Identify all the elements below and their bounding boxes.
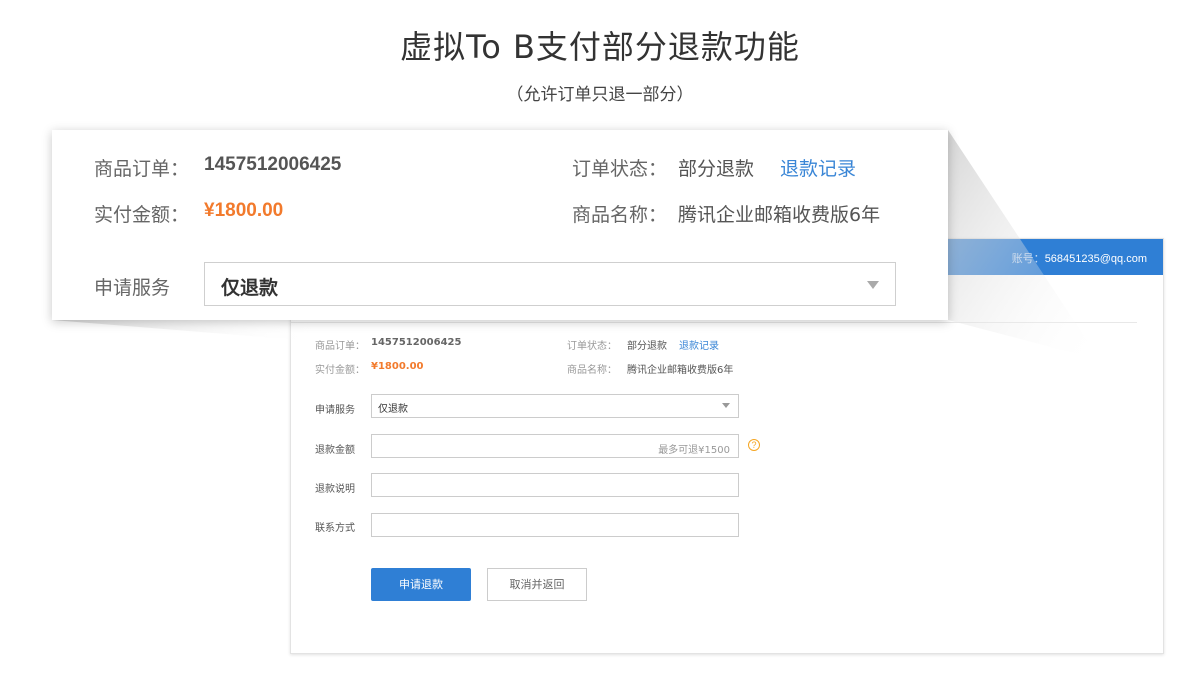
product-name: 腾讯企业邮箱收费版6年	[627, 365, 734, 376]
zoom-status-value: 部分退款	[678, 158, 755, 180]
paid-label: 实付金额：	[315, 365, 365, 376]
page-title: 虚拟To B支付部分退款功能	[400, 28, 800, 66]
zoom-service-select[interactable]: 仅退款	[204, 262, 896, 306]
contact-label: 联系方式	[315, 523, 355, 534]
amount-label: 退款金额	[315, 445, 355, 456]
cancel-return-button[interactable]: 取消并返回	[487, 568, 587, 601]
reason-label: 退款说明	[315, 484, 355, 495]
status-value: 部分退款	[627, 341, 667, 352]
chevron-down-icon	[867, 281, 879, 289]
zoom-order-label: 商品订单：	[94, 158, 190, 180]
refund-record-link[interactable]: 退款记录	[679, 337, 719, 352]
account-email[interactable]: 568451235@qq.com	[1045, 253, 1147, 265]
service-select-value: 仅退款	[378, 404, 408, 415]
service-label: 申请服务	[315, 405, 355, 416]
account-info: 账号：568451235@qq.com	[1012, 250, 1147, 266]
zoom-paid-label: 实付金额：	[94, 204, 190, 226]
account-label: 账号：	[1011, 253, 1045, 265]
page-subtitle: （允许订单只退一部分）	[506, 85, 694, 105]
order-label: 商品订单：	[315, 341, 365, 352]
submit-refund-button[interactable]: 申请退款	[371, 568, 471, 601]
zoom-service-value: 仅退款	[221, 277, 279, 299]
zoom-service-label: 申请服务	[94, 277, 171, 299]
paid-amount: ¥1800.00	[371, 361, 424, 372]
refund-amount-placeholder: 最多可退¥1500	[658, 445, 730, 456]
zoom-callout: 商品订单： 1457512006425 订单状态： 部分退款 退款记录 实付金额…	[52, 130, 948, 320]
zoom-product-name: 腾讯企业邮箱收费版6年	[678, 204, 881, 226]
product-label: 商品名称：	[567, 365, 617, 376]
help-icon[interactable]: ?	[748, 439, 760, 451]
zoom-refund-record-link[interactable]: 退款记录	[780, 154, 856, 181]
refund-reason-input[interactable]	[371, 473, 739, 497]
chevron-down-icon	[722, 403, 730, 408]
zoom-paid-amount: ¥1800.00	[204, 200, 284, 221]
contact-input[interactable]	[371, 513, 739, 537]
zoom-order-number: 1457512006425	[204, 154, 342, 175]
service-select[interactable]: 仅退款	[371, 394, 739, 418]
divider	[291, 322, 1137, 323]
refund-amount-input[interactable]: 最多可退¥1500	[371, 434, 739, 458]
order-number: 1457512006425	[371, 337, 462, 348]
zoom-product-label: 商品名称：	[572, 204, 668, 226]
zoom-status-label: 订单状态：	[572, 158, 668, 180]
status-label: 订单状态：	[567, 341, 617, 352]
